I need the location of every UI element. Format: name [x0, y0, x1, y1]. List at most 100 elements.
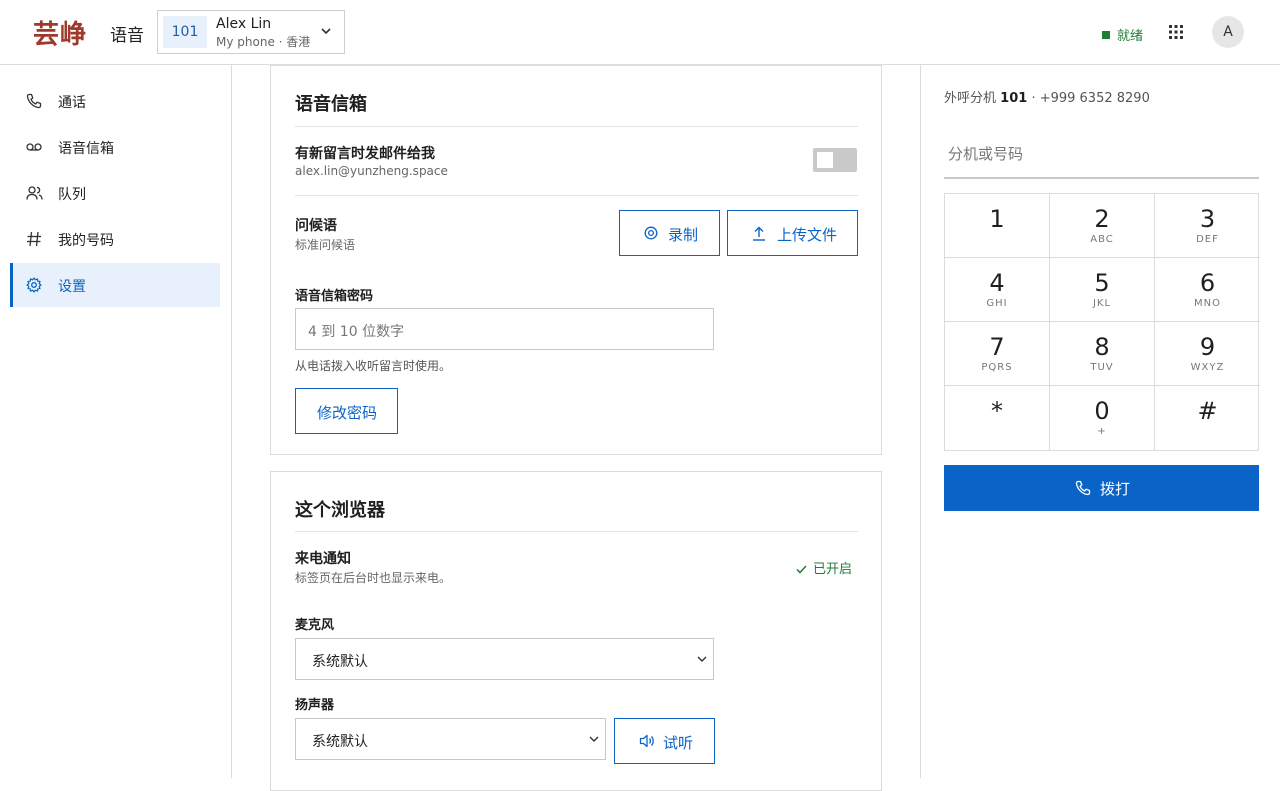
voicemail-settings-card: 语音信箱 有新留言时发邮件给我 alex.lin@yunzheng.space … [270, 65, 882, 455]
users-icon [26, 185, 43, 201]
phone-icon [26, 93, 42, 109]
sidebar: 通话 语音信箱 队列 我的号码 设置 [0, 65, 232, 778]
sidebar-item-label: 队列 [58, 187, 86, 203]
test-speaker-button[interactable]: 试听 [614, 718, 715, 764]
phone-icon [1075, 480, 1091, 496]
chevron-down-icon [589, 735, 599, 743]
greeting-value: 标准问候语 [295, 238, 356, 252]
phone-switcher[interactable]: 101 Alex Lin My phone · 香港 [157, 10, 345, 54]
logo: 芸峥 [33, 20, 88, 50]
avatar[interactable]: A [1212, 16, 1244, 48]
key-digit: * [991, 397, 1003, 425]
status-indicator: 就绪 [1102, 25, 1143, 44]
pin-help-text: 从电话拨入收听留言时使用。 [295, 359, 452, 373]
notify-status-label: 已开启 [813, 562, 853, 577]
key-digit: 1 [989, 205, 1005, 233]
email-notify-label: 有新留言时发邮件给我 [295, 146, 435, 162]
browser-settings-card: 这个浏览器 来电通知 标签页在后台时也显示来电。 已开启 麦克风 系统默认 扬声… [270, 471, 882, 791]
status-dot [1102, 31, 1110, 39]
change-pin-button[interactable]: 修改密码 [295, 388, 398, 434]
record-label: 录制 [668, 226, 699, 244]
pin-label: 语音信箱密码 [295, 289, 374, 304]
email-address: alex.lin@yunzheng.space [295, 164, 448, 178]
sidebar-item-voicemail[interactable]: 语音信箱 [10, 125, 220, 169]
key-3[interactable]: 3 DEF [1155, 194, 1260, 258]
key-digit: 6 [1199, 269, 1216, 297]
top-bar: 芸峥 语音 101 Alex Lin My phone · 香港 就绪 A [0, 0, 1280, 65]
sidebar-item-label: 语音信箱 [58, 141, 114, 157]
key-8[interactable]: 8 TUV [1050, 322, 1155, 386]
speaker-select[interactable]: 系统默认 [295, 718, 606, 760]
pin-input[interactable]: 4 到 10 位数字 [295, 308, 714, 350]
key-digit: # [1197, 397, 1218, 425]
key-digit: 0 [1094, 397, 1110, 425]
call-label: 拨打 [1100, 480, 1131, 498]
keypad: 1 2 ABC 3 DEF 4 GHI 5 JKL 6 MNO 7 PQRS 8 TUV 9W… [944, 193, 1260, 451]
caller-number: · +999 6352 8290 [1031, 91, 1150, 106]
call-button[interactable]: 拨打 [944, 465, 1259, 511]
key-5[interactable]: 5 JKL [1050, 258, 1155, 322]
chevron-down-icon [697, 655, 707, 663]
speaker-value: 系统默认 [312, 734, 368, 750]
microphone-value: 系统默认 [312, 654, 368, 670]
microphone-label: 麦克风 [295, 618, 335, 633]
record-icon [644, 226, 658, 240]
key-2[interactable]: 2 ABC [1050, 194, 1155, 258]
key-digit: 9 [1199, 333, 1216, 361]
sidebar-item-settings[interactable]: 设置 [10, 263, 220, 307]
dialer-panel: 外呼分机 101 · +999 6352 8290 分机或号码 1 2 ABC 3… [920, 65, 1280, 778]
app-name: 语音 [110, 26, 144, 46]
sidebar-item-my-numbers[interactable]: 我的号码 [10, 217, 220, 261]
upload-label: 上传文件 [777, 226, 838, 244]
divider [295, 531, 858, 532]
key-letters: MNO [1194, 298, 1221, 309]
section-title: 这个浏览器 [295, 500, 385, 521]
key-digit: 3 [1199, 205, 1216, 233]
key-digit: 2 [1094, 205, 1110, 233]
sidebar-item-label: 设置 [58, 279, 86, 295]
chevron-down-icon [320, 25, 332, 37]
key-letters: ABC [1090, 234, 1114, 245]
speaker-label: 扬声器 [295, 698, 335, 713]
key-digit: 8 [1094, 333, 1110, 361]
test-speaker-label: 试听 [663, 734, 694, 752]
check-icon [796, 565, 807, 574]
key-digit: 5 [1094, 269, 1110, 297]
key-star[interactable]: * [945, 386, 1050, 450]
key-letters: WXYZ [1190, 362, 1225, 373]
upload-file-button[interactable]: 上传文件 [727, 210, 858, 256]
notify-status: 已开启 [796, 558, 852, 577]
key-hash[interactable]: # [1155, 386, 1260, 450]
key-9[interactable]: 9 WXYZ [1155, 322, 1260, 386]
sidebar-item-label: 通话 [58, 95, 86, 111]
key-letters: + [1097, 426, 1107, 437]
key-6[interactable]: 6 MNO [1155, 258, 1260, 322]
upload-icon [752, 226, 766, 241]
toggle-knob [817, 152, 833, 168]
key-0[interactable]: 0 + [1050, 386, 1155, 450]
caller-prefix: 外呼分机 [944, 91, 997, 106]
key-1[interactable]: 1 [945, 194, 1050, 258]
key-4[interactable]: 4 GHI [945, 258, 1050, 322]
key-letters: PQRS [981, 362, 1013, 373]
email-notify-toggle[interactable] [813, 148, 857, 172]
key-letters: JKL [1092, 298, 1112, 309]
hash-icon [26, 231, 42, 247]
greeting-label: 问候语 [295, 218, 337, 234]
sidebar-item-label: 我的号码 [58, 233, 114, 249]
sidebar-item-calls[interactable]: 通话 [10, 79, 220, 123]
apps-grid-icon[interactable] [1169, 25, 1183, 39]
key-letters: TUV [1090, 362, 1114, 373]
incoming-notify-sub: 标签页在后台时也显示来电。 [295, 571, 452, 585]
key-7[interactable]: 7 PQRS [945, 322, 1050, 386]
key-letters: DEF [1196, 234, 1219, 245]
microphone-select[interactable]: 系统默认 [295, 638, 714, 680]
status-label: 就绪 [1117, 29, 1144, 44]
sidebar-item-queues[interactable]: 队列 [10, 171, 220, 215]
dial-number-input[interactable]: 分机或号码 [944, 127, 1259, 179]
caller-id: 外呼分机 101 · +999 6352 8290 [944, 87, 1150, 106]
change-pin-label: 修改密码 [317, 404, 378, 422]
user-name: Alex Lin [216, 16, 272, 32]
key-digit: 4 [989, 269, 1005, 297]
record-button[interactable]: 录制 [619, 210, 720, 256]
